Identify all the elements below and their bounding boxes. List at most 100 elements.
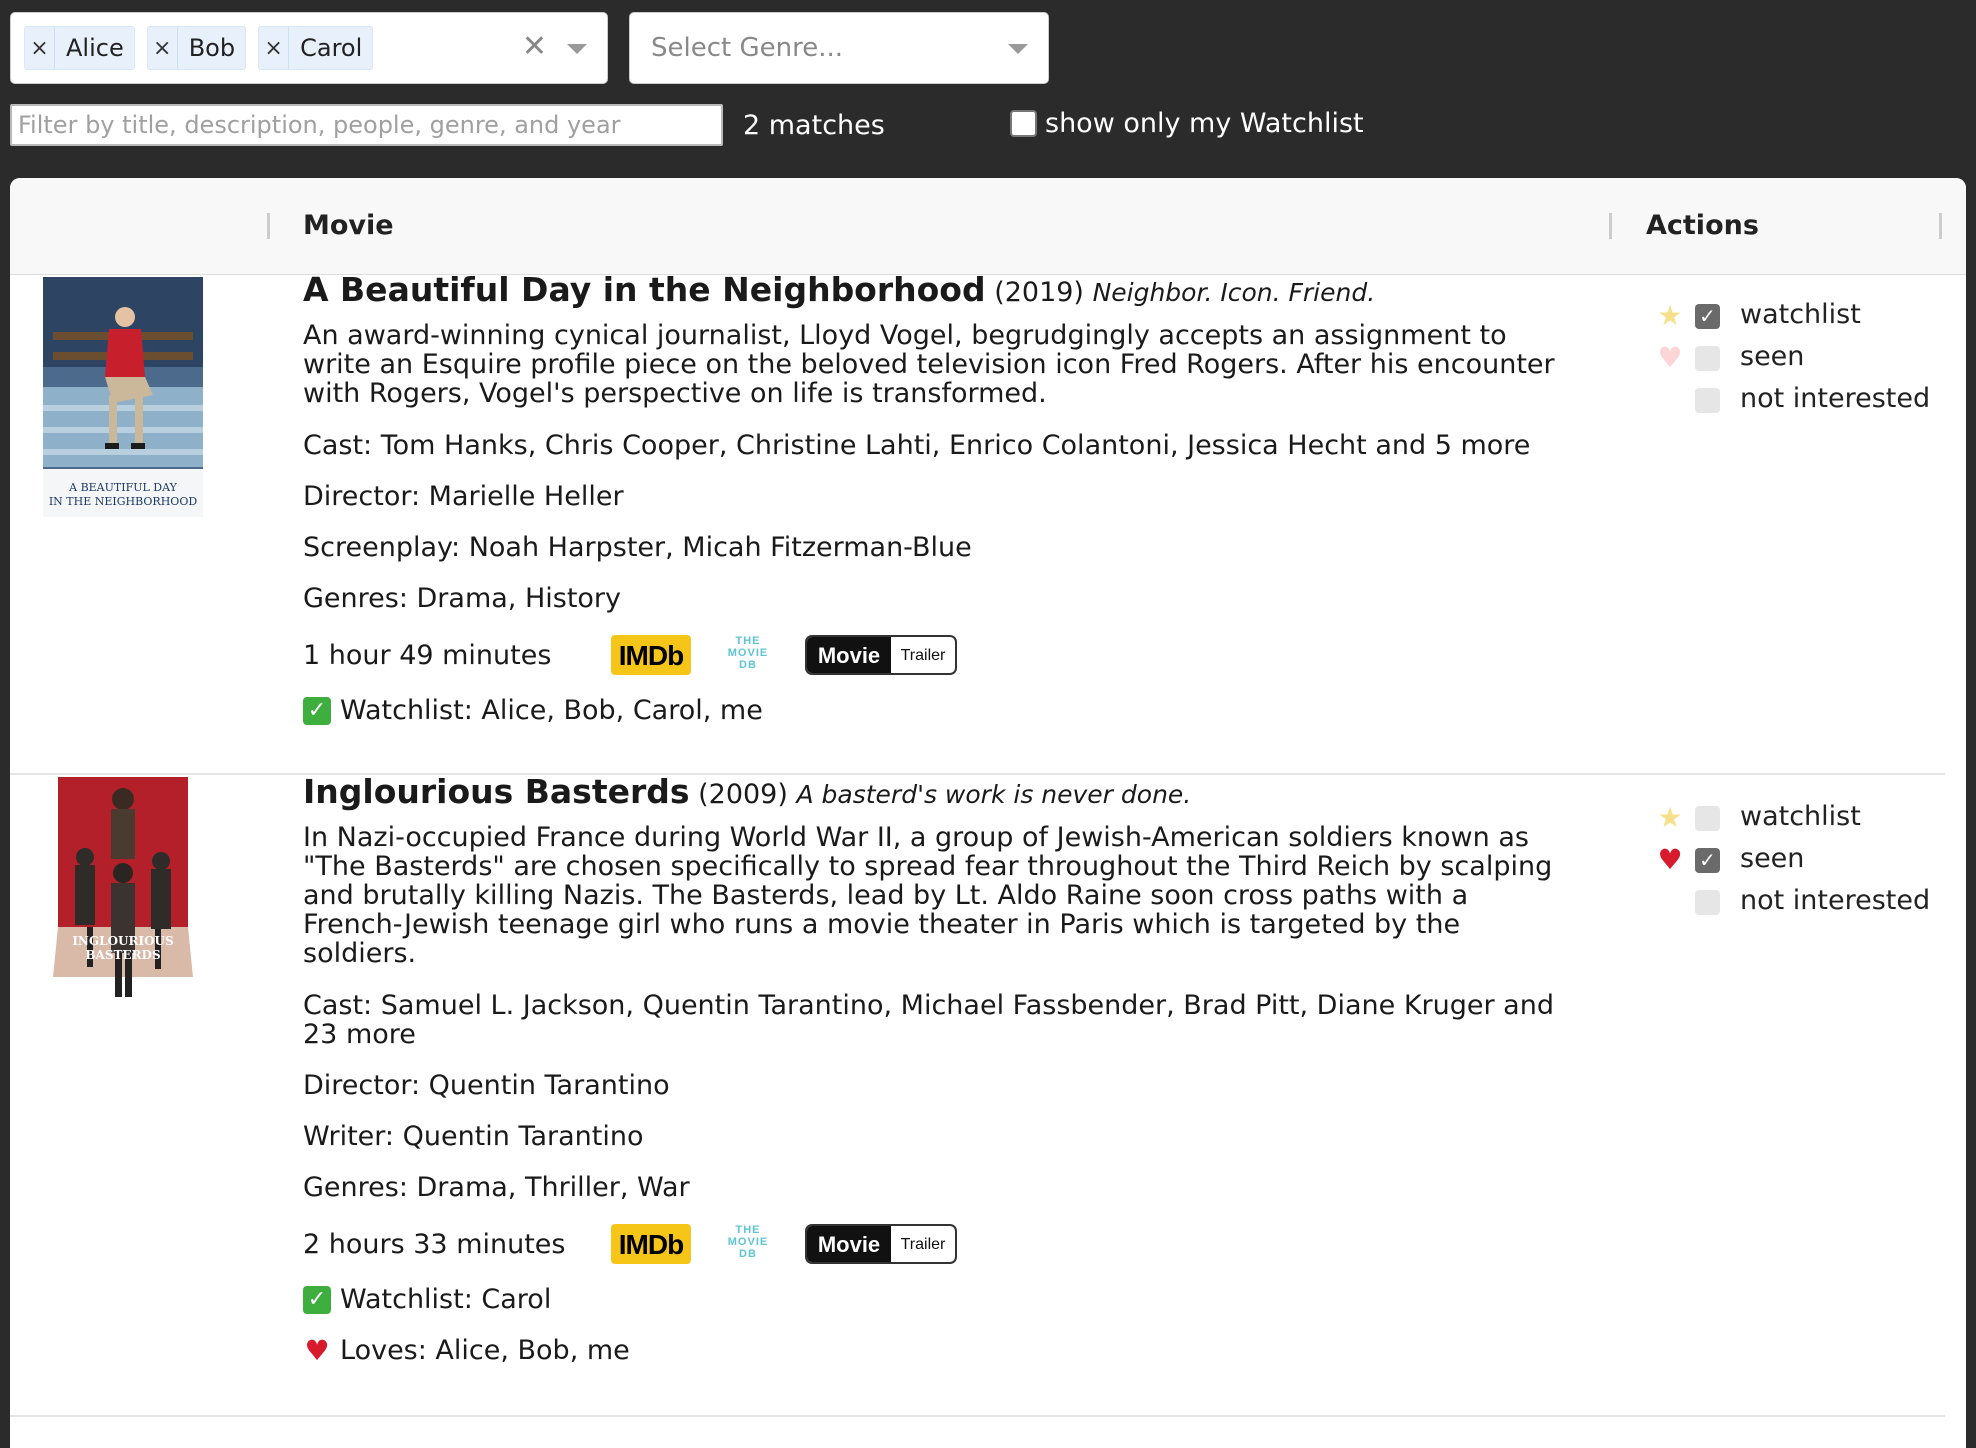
movie-tagline: Neighbor. Icon. Friend. bbox=[1092, 278, 1376, 307]
watchlist-checkbox[interactable] bbox=[1695, 806, 1720, 831]
trailer-link[interactable]: Movie Trailer bbox=[805, 635, 957, 675]
column-resizer[interactable] bbox=[1939, 213, 1942, 239]
movie-runtime: 1 hour 49 minutes bbox=[303, 639, 552, 671]
watchlist-status: ✓ Watchlist: Carol bbox=[303, 1285, 1563, 1314]
heart-icon: ♥ bbox=[1657, 341, 1683, 374]
trailer-logo-movie: Movie bbox=[807, 1226, 891, 1262]
person-chip-label: Bob bbox=[188, 34, 236, 62]
movie-poster[interactable]: A BEAUTIFUL DAY IN THE NEIGHBORHOOD bbox=[43, 277, 203, 517]
loves-status: ♥ Loves: Alice, Bob, me bbox=[303, 1336, 1563, 1365]
genre-select-placeholder: Select Genre... bbox=[651, 33, 844, 63]
watchlist-status-text: Watchlist: Carol bbox=[340, 1284, 552, 1315]
tmdb-logo-line: DB bbox=[739, 1248, 757, 1260]
watchlist-only-checkbox[interactable] bbox=[1010, 110, 1037, 137]
star-icon: ★ bbox=[1657, 299, 1683, 332]
remove-person-icon[interactable]: × bbox=[25, 27, 55, 69]
movie-info: Inglourious Basterds (2009) A basterd's … bbox=[303, 775, 1563, 1387]
movie-title[interactable]: Inglourious Basterds bbox=[303, 772, 690, 811]
column-header-actions[interactable]: Actions bbox=[1646, 210, 1759, 241]
trailer-logo-trailer: Trailer bbox=[900, 646, 946, 664]
heart-icon: ♥ bbox=[1657, 843, 1683, 876]
movie-title-line: Inglourious Basterds (2009) A basterd's … bbox=[303, 775, 1563, 810]
clear-all-icon[interactable]: ✕ bbox=[522, 29, 547, 65]
tmdb-link[interactable]: THE MOVIE DB bbox=[719, 1224, 777, 1264]
star-icon: ★ bbox=[1657, 801, 1683, 834]
table-header: Movie Actions bbox=[10, 178, 1966, 275]
movie-poster[interactable]: INGLOURIOUS BASTERDS bbox=[43, 777, 203, 1017]
check-mark-button-icon: ✓ bbox=[303, 696, 331, 725]
imdb-link[interactable]: IMDb bbox=[611, 635, 691, 675]
people-multi-select[interactable]: × Alice × Bob × Carol ✕ bbox=[10, 12, 608, 84]
movie-director: Director: Quentin Tarantino bbox=[303, 1070, 670, 1101]
person-chip: × Alice bbox=[24, 26, 135, 70]
loves-status-text: Loves: Alice, Bob, me bbox=[340, 1335, 630, 1366]
movie-description: An award-winning cynical journalist, Llo… bbox=[303, 320, 1555, 409]
watchlist-status: ✓ Watchlist: Alice, Bob, Carol, me bbox=[303, 696, 1563, 725]
red-heart-icon: ♥ bbox=[304, 1334, 330, 1367]
tmdb-logo-line: THE bbox=[735, 1224, 761, 1236]
genre-select[interactable]: Select Genre... bbox=[629, 12, 1049, 84]
action-watchlist-label: watchlist bbox=[1740, 299, 1861, 330]
tmdb-link[interactable]: THE MOVIE DB bbox=[719, 635, 777, 675]
movie-writer: Screenplay: Noah Harpster, Micah Fitzerm… bbox=[303, 532, 972, 563]
movie-tagline: A basterd's work is never done. bbox=[796, 780, 1192, 809]
trailer-logo-trailer: Trailer bbox=[900, 1235, 946, 1253]
watchlist-status-text: Watchlist: Alice, Bob, Carol, me bbox=[340, 695, 763, 726]
seen-checkbox[interactable] bbox=[1695, 346, 1720, 371]
chevron-down-icon[interactable] bbox=[567, 44, 587, 54]
action-not-interested[interactable]: not interested bbox=[1655, 881, 1935, 923]
action-not-interested-label: not interested bbox=[1740, 885, 1931, 916]
chevron-down-icon[interactable] bbox=[1008, 44, 1028, 54]
person-chip-label: Carol bbox=[300, 34, 363, 62]
action-seen[interactable]: ♥ ✓ seen bbox=[1655, 839, 1935, 881]
movie-year: (2009) bbox=[698, 779, 788, 810]
movie-cast: Cast: Samuel L. Jackson, Quentin Taranti… bbox=[303, 990, 1554, 1050]
tmdb-logo-line: MOVIE bbox=[727, 647, 769, 659]
movie-genres: Genres: Drama, History bbox=[303, 583, 622, 614]
trailer-link[interactable]: Movie Trailer bbox=[805, 1224, 957, 1264]
imdb-link[interactable]: IMDb bbox=[611, 1224, 691, 1264]
tmdb-logo-line: DB bbox=[739, 659, 757, 671]
remove-person-icon[interactable]: × bbox=[148, 27, 178, 69]
person-chip: × Carol bbox=[258, 26, 374, 70]
watchlist-checkbox[interactable]: ✓ bbox=[1695, 304, 1720, 329]
svg-text:BASTERDS: BASTERDS bbox=[85, 948, 160, 962]
action-seen[interactable]: ♥ seen bbox=[1655, 337, 1935, 379]
movie-director: Director: Marielle Heller bbox=[303, 481, 624, 512]
svg-text:A BEAUTIFUL DAY: A BEAUTIFUL DAY bbox=[68, 481, 177, 494]
action-not-interested-label: not interested bbox=[1740, 383, 1931, 414]
action-watchlist[interactable]: ★ watchlist bbox=[1655, 797, 1935, 839]
not-interested-checkbox[interactable] bbox=[1695, 388, 1720, 413]
column-resizer[interactable] bbox=[1609, 213, 1612, 239]
movie-cast: Cast: Tom Hanks, Chris Cooper, Christine… bbox=[303, 430, 1531, 461]
movie-actions: ★ ✓ watchlist ♥ seen not interested bbox=[1655, 295, 1935, 421]
trailer-logo-movie: Movie bbox=[807, 637, 891, 673]
movie-genres: Genres: Drama, Thriller, War bbox=[303, 1172, 690, 1203]
not-interested-checkbox[interactable] bbox=[1695, 890, 1720, 915]
column-header-movie[interactable]: Movie bbox=[303, 210, 394, 241]
action-watchlist[interactable]: ★ ✓ watchlist bbox=[1655, 295, 1935, 337]
watchlist-only-toggle[interactable]: show only my Watchlist bbox=[1010, 108, 1364, 139]
movie-title[interactable]: A Beautiful Day in the Neighborhood bbox=[303, 270, 986, 309]
tmdb-logo-line: MOVIE bbox=[727, 1236, 769, 1248]
column-resizer[interactable] bbox=[267, 213, 270, 239]
movie-links: 1 hour 49 minutes IMDb THE MOVIE DB Movi… bbox=[303, 635, 1563, 675]
movie-info: A Beautiful Day in the Neighborhood (201… bbox=[303, 273, 1563, 747]
check-mark-button-icon: ✓ bbox=[303, 1285, 331, 1314]
remove-person-icon[interactable]: × bbox=[259, 27, 290, 69]
action-not-interested[interactable]: not interested bbox=[1655, 379, 1935, 421]
movie-links: 2 hours 33 minutes IMDb THE MOVIE DB Mov… bbox=[303, 1224, 1563, 1264]
table-row: A BEAUTIFUL DAY IN THE NEIGHBORHOOD A Be… bbox=[10, 273, 1945, 775]
movie-description: In Nazi-occupied France during World War… bbox=[303, 822, 1553, 969]
action-seen-label: seen bbox=[1740, 843, 1805, 874]
match-count: 2 matches bbox=[743, 110, 885, 141]
svg-text:INGLOURIOUS: INGLOURIOUS bbox=[72, 934, 173, 948]
svg-text:IN THE NEIGHBORHOOD: IN THE NEIGHBORHOOD bbox=[49, 495, 198, 508]
table-row: INGLOURIOUS BASTERDS Inglourious Basterd… bbox=[10, 775, 1945, 1417]
action-watchlist-label: watchlist bbox=[1740, 801, 1861, 832]
movie-title-line: A Beautiful Day in the Neighborhood (201… bbox=[303, 273, 1563, 308]
seen-checkbox[interactable]: ✓ bbox=[1695, 848, 1720, 873]
movie-year: (2019) bbox=[994, 277, 1084, 308]
search-input[interactable] bbox=[10, 104, 723, 146]
action-seen-label: seen bbox=[1740, 341, 1805, 372]
